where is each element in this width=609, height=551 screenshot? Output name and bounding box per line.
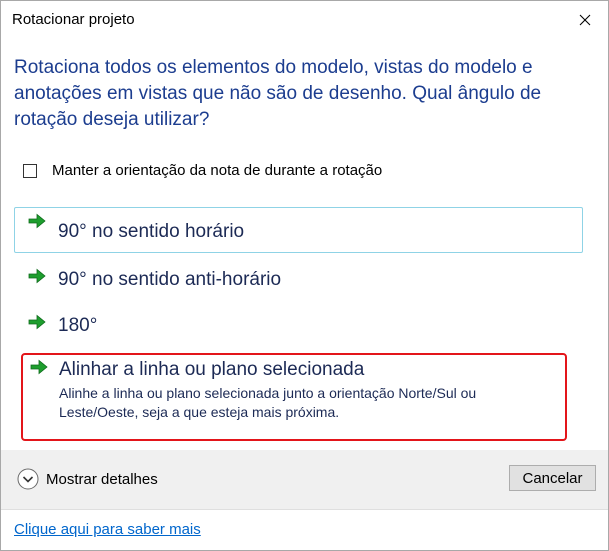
option-align-to-line-note: Alinhe a linha ou plano selecionada junt… — [59, 385, 477, 420]
title-bar: Rotacionar projeto — [1, 1, 608, 39]
keep-orientation-checkbox-row[interactable]: Manter a orientação da nota de durante a… — [23, 162, 382, 179]
cancel-button[interactable]: Cancelar — [509, 465, 596, 491]
window-title: Rotacionar projeto — [12, 11, 135, 28]
option-align-to-line-label: Alinhar a linha ou plano selecionada — [59, 359, 365, 380]
option-90-clockwise-label: 90° no sentido horário — [58, 221, 245, 242]
close-button[interactable] — [562, 1, 608, 39]
chevron-down-circle-icon — [17, 468, 39, 490]
keep-orientation-checkbox[interactable] — [23, 163, 37, 178]
show-details-toggle[interactable]: Mostrar detalhes — [17, 468, 158, 490]
close-icon — [579, 14, 591, 26]
rotate-project-dialog: Rotacionar projeto Rotaciona todos os el… — [0, 0, 609, 551]
keep-orientation-label: Manter a orientação da nota de durante a… — [52, 162, 383, 179]
option-90-counterclockwise[interactable]: 90° no sentido anti-horário — [14, 261, 583, 299]
footer-divider — [1, 509, 608, 510]
green-arrow-icon — [28, 213, 46, 229]
show-details-label: Mostrar detalhes — [46, 470, 158, 488]
option-align-to-line[interactable]: Alinhar a linha ou plano selecionada Ali… — [21, 353, 567, 441]
main-instruction: Rotaciona todos os elementos do modelo, … — [14, 57, 542, 130]
green-arrow-icon — [28, 314, 46, 330]
option-180-label: 180° — [58, 315, 98, 336]
green-arrow-icon — [28, 268, 46, 284]
green-arrow-icon — [30, 359, 48, 375]
option-90-counterclockwise-label: 90° no sentido anti-horário — [58, 269, 282, 290]
learn-more-link[interactable]: Clique aqui para saber mais — [14, 521, 201, 538]
option-180[interactable]: 180° — [14, 307, 583, 345]
option-90-clockwise[interactable]: 90° no sentido horário — [14, 207, 583, 253]
